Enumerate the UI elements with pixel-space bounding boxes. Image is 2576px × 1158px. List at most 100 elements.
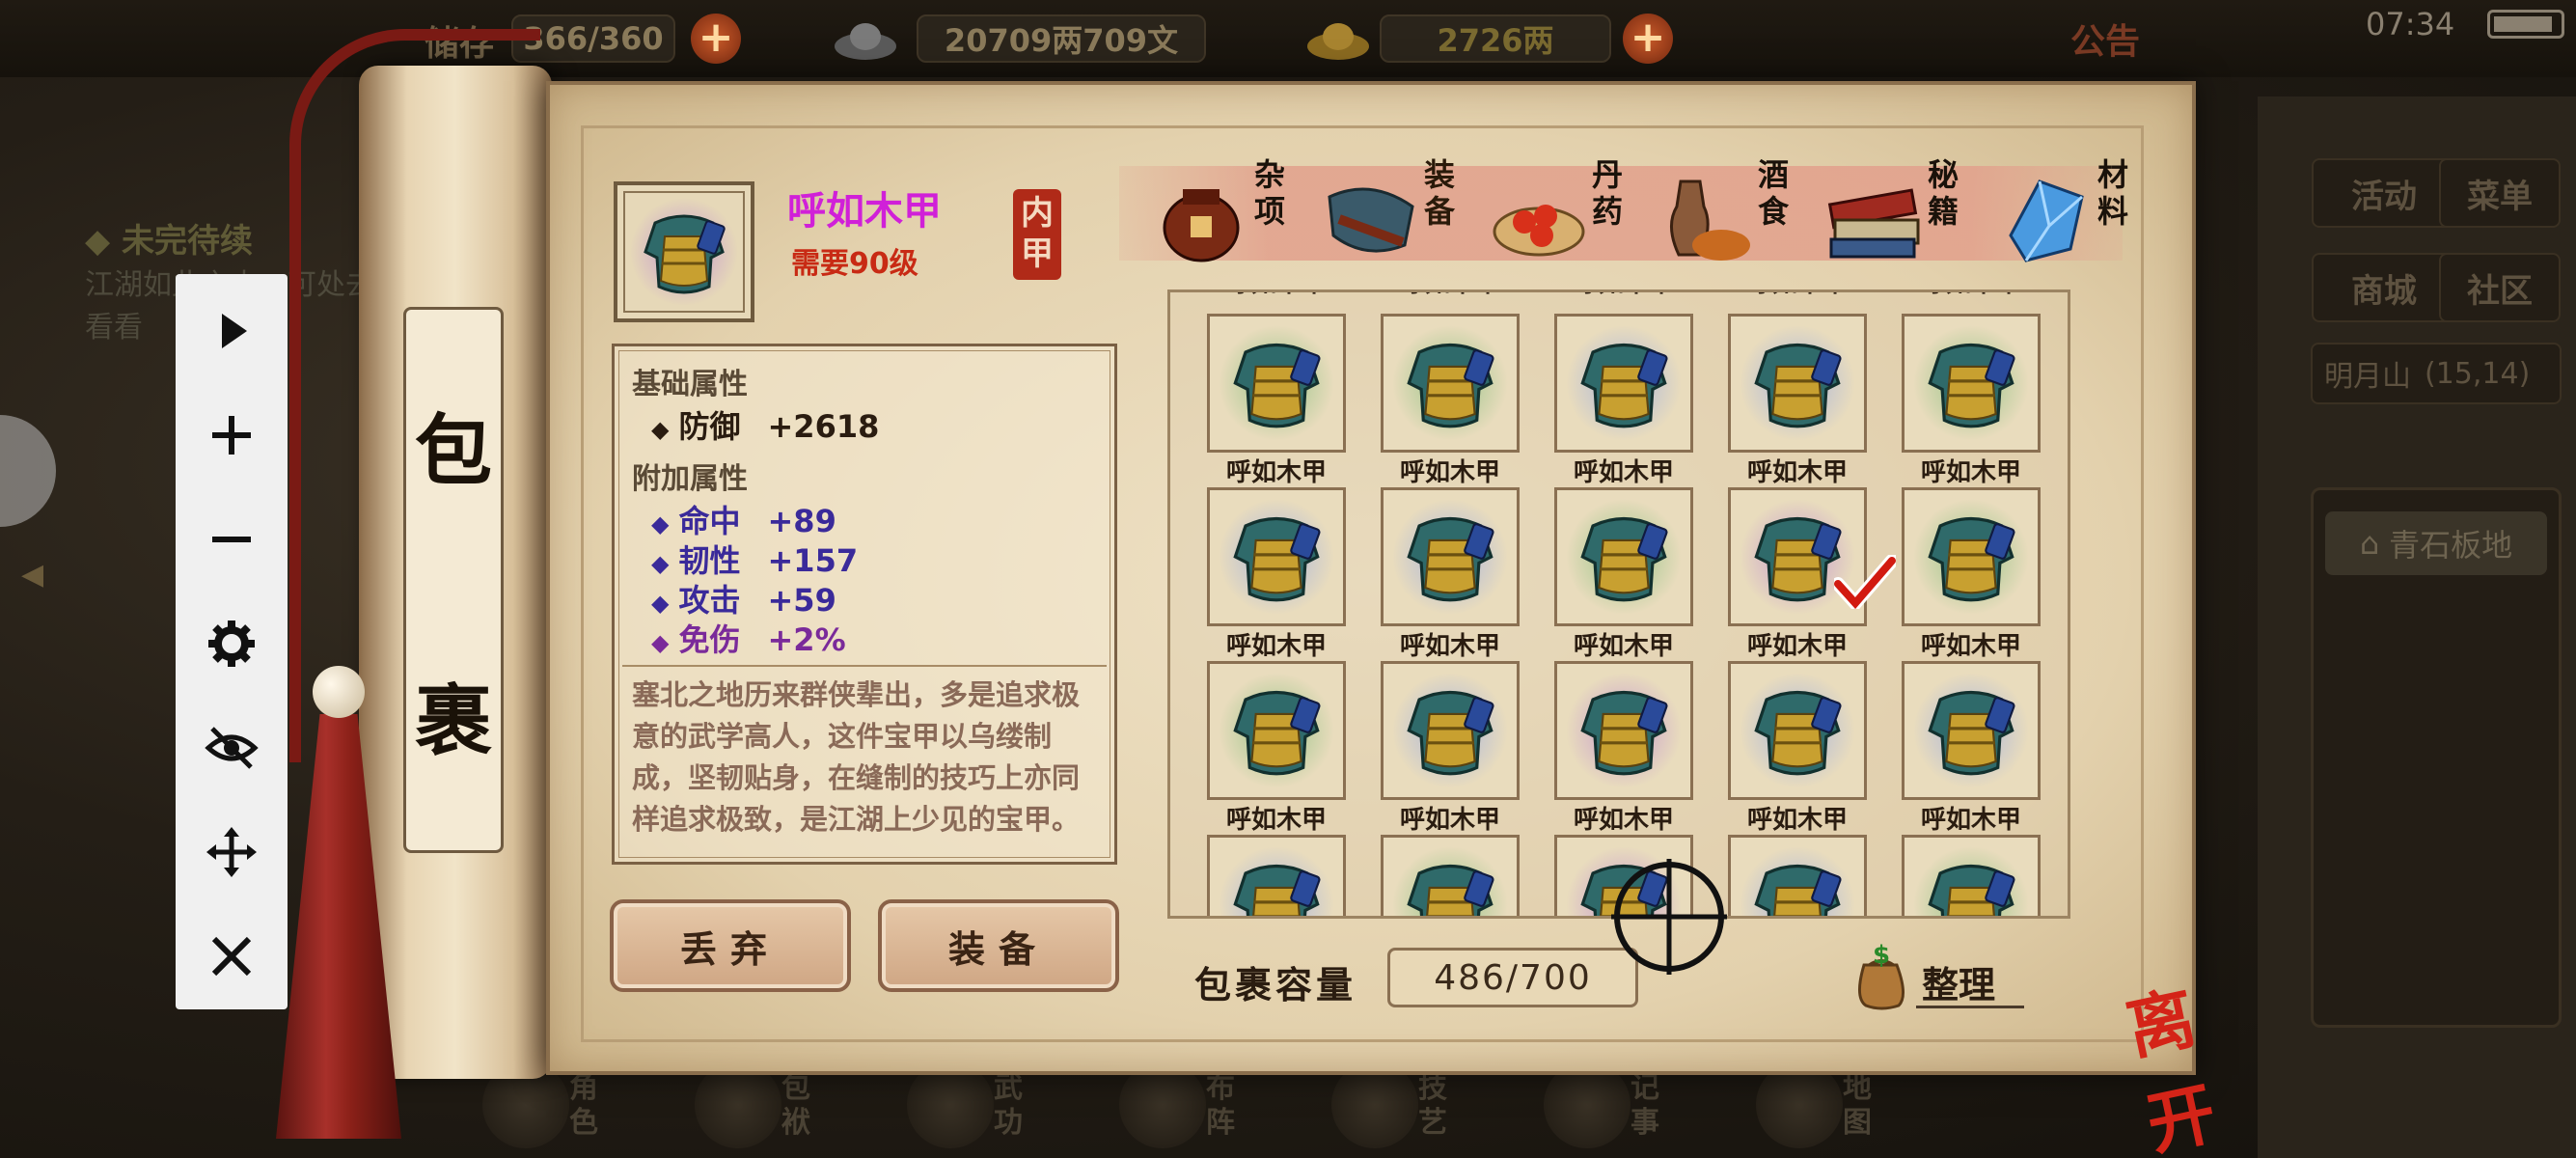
inventory-slot[interactable]: 呼如木甲: [1902, 314, 2041, 487]
gold-value: 2726两: [1380, 14, 1611, 63]
armor-icon: [1392, 325, 1508, 441]
attr-value: +59: [767, 582, 836, 619]
move-button[interactable]: [176, 809, 288, 896]
armor-icon: [1740, 846, 1855, 916]
sort-underline: [1916, 1006, 2024, 1008]
slot-item-name: 呼如木甲: [1920, 458, 2021, 487]
inventory-slot[interactable]: 呼如木甲: [1207, 661, 1346, 835]
attr-value: +2%: [767, 621, 846, 658]
nav-label: 武功: [994, 1071, 1023, 1140]
inventory-slot[interactable]: 呼如木甲: [1728, 314, 1867, 487]
slot-frame: [1728, 661, 1867, 800]
settings-button[interactable]: [176, 600, 288, 687]
bag-title-char-1: 包: [415, 405, 492, 496]
tab-equipment[interactable]: 装备: [1318, 154, 1492, 270]
discard-button[interactable]: 丢弃: [610, 899, 851, 992]
armor-icon: [1913, 846, 2029, 916]
nav-label: 记事: [1631, 1071, 1659, 1140]
extra-attributes-header: 附加属性: [632, 462, 748, 496]
inventory-slot[interactable]: 呼如木甲: [1728, 661, 1867, 835]
community-button[interactable]: 社区: [2439, 253, 2561, 322]
close-button[interactable]: [176, 913, 288, 1000]
attr-name: 免伤: [678, 621, 741, 658]
inventory-slot[interactable]: 呼如木甲: [1207, 487, 1346, 661]
capacity-value: 486/700: [1387, 948, 1638, 1007]
armor-icon: [1219, 499, 1334, 615]
bag-title-char-2: 裹: [415, 676, 492, 766]
slot-frame: [1554, 661, 1693, 800]
tab-food[interactable]: 酒食: [1652, 154, 1825, 270]
slot-item-name: 呼如木甲: [1746, 806, 1848, 835]
description-divider: [622, 665, 1107, 667]
cell-name-partial: 呼如木甲: [1728, 292, 1867, 299]
tab-label: 材料: [2097, 156, 2129, 230]
inventory-slot[interactable]: 呼如木甲: [1207, 314, 1346, 487]
tab-label: 杂项: [1254, 156, 1286, 230]
nav-label: 布阵: [1206, 1071, 1235, 1140]
item-type-text: 内甲: [1021, 194, 1054, 273]
slot-frame: [1902, 487, 2041, 626]
item-description: 塞北之地历来群侠辈出，多是追求极意的武学高人，这件宝甲以乌缕制成，坚韧贴身，在缝…: [632, 678, 1081, 836]
activity-button[interactable]: 活动: [2312, 158, 2456, 228]
shop-button[interactable]: 商城: [2312, 253, 2456, 322]
tab-jar[interactable]: 杂项: [1148, 154, 1322, 270]
leave-button[interactable]: 离开: [2120, 965, 2242, 1158]
slot-item-name: 呼如木甲: [1573, 806, 1674, 835]
slot-item-name: 呼如木甲: [1920, 806, 2021, 835]
inventory-slot[interactable]: 呼如木甲: [1554, 487, 1693, 661]
inventory-slot[interactable]: 呼如木甲: [1381, 661, 1520, 835]
armor-icon: [1392, 846, 1508, 916]
map-place-label: ⌂ 青石板地: [2325, 511, 2547, 575]
inventory-slot[interactable]: 呼如木甲: [1728, 487, 1896, 661]
inventory-slot[interactable]: 呼如木甲: [1902, 661, 2041, 835]
pill-icon: [1493, 205, 1585, 257]
tab-pill[interactable]: 丹药: [1486, 154, 1659, 270]
capacity-label: 包裹容量: [1194, 964, 1357, 1006]
inventory-slot[interactable]: 呼如木甲: [1902, 487, 2041, 661]
equip-button[interactable]: 装备: [878, 899, 1119, 992]
inventory-slot[interactable]: 呼如木甲: [1554, 314, 1693, 487]
inventory-slot[interactable]: 呼如木甲: [1381, 314, 1520, 487]
play-icon: [222, 314, 247, 348]
collapse-arrow-icon[interactable]: ◀: [21, 558, 60, 596]
announcement-button[interactable]: 公告: [2070, 14, 2140, 64]
tab-book[interactable]: 秘籍: [1822, 154, 1995, 270]
jar-icon: [1163, 189, 1240, 262]
money-value: 20709两709文: [917, 14, 1206, 63]
quest-title[interactable]: ◆ 未完待续: [85, 214, 253, 262]
tab-label: 秘籍: [1928, 156, 1959, 230]
inventory-slot[interactable]: 呼如木甲: [1728, 835, 1867, 916]
add-storage-button[interactable]: +: [691, 14, 741, 64]
inventory-slot[interactable]: 呼如木甲: [1381, 835, 1520, 916]
inventory-slot[interactable]: 呼如木甲: [1902, 835, 2041, 916]
menu-button[interactable]: 菜单: [2439, 158, 2561, 228]
attr-extra: ◆ 攻击 +59: [651, 576, 836, 620]
gold-ingot-icon: [1307, 23, 1369, 60]
sort-button[interactable]: $ 整理: [1845, 941, 2024, 1015]
zoom-out-button[interactable]: [176, 496, 288, 583]
inventory-slot[interactable]: 呼如木甲: [1554, 661, 1693, 835]
play-button[interactable]: [176, 288, 288, 374]
attr-value: +2618: [767, 408, 880, 445]
armor-icon: [1392, 673, 1508, 788]
armor-icon: [1219, 846, 1334, 916]
battery-icon: [2487, 10, 2564, 39]
book-icon: [1827, 188, 1920, 259]
inventory-grid[interactable]: 呼如木甲 呼如木甲 呼如木甲 呼如木甲 呼如木甲 呼如木甲 呼如木甲 呼如木甲 呼如木甲 呼如木甲…: [1167, 290, 2070, 919]
tab-crystal[interactable]: 材料: [1991, 154, 2165, 270]
slot-item-name: 呼如木甲: [1399, 458, 1500, 487]
slot-item-name: 呼如木甲: [1399, 632, 1500, 661]
inventory-slot[interactable]: 呼如木甲: [1207, 835, 1346, 916]
slot-item-name: 呼如木甲: [1746, 632, 1848, 661]
armor-icon: [1740, 673, 1855, 788]
inventory-slot[interactable]: 呼如木甲: [1381, 487, 1520, 661]
tab-label: 丹药: [1592, 156, 1624, 230]
armor-icon: [1566, 325, 1682, 441]
location-name: 明月山: [2324, 360, 2411, 394]
add-gold-button[interactable]: +: [1623, 14, 1673, 64]
diamond-icon: ◆: [651, 629, 670, 656]
armor-icon: [1913, 325, 2029, 441]
hide-button[interactable]: [176, 704, 288, 791]
zoom-in-button[interactable]: [176, 392, 288, 479]
quest-title-text: 未完待续: [121, 222, 253, 261]
